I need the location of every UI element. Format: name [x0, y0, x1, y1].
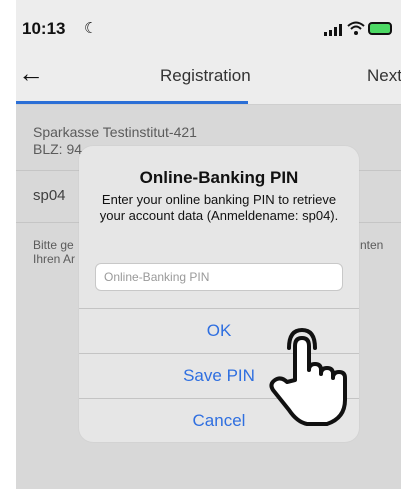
- next-button[interactable]: Next: [367, 66, 401, 86]
- nav-title: Registration: [160, 66, 251, 85]
- wifi-icon: [347, 21, 365, 35]
- pin-input[interactable]: [95, 263, 343, 291]
- signal-icon: [324, 24, 342, 36]
- hand-pointer-icon: [269, 327, 347, 426]
- back-arrow-icon[interactable]: ←: [18, 58, 44, 89]
- moon-icon: ☾: [84, 20, 98, 37]
- battery-icon: [368, 22, 392, 35]
- bottom-edge: [16, 489, 401, 494]
- dialog-title: Online-Banking PIN: [139, 168, 299, 187]
- left-margin: [0, 0, 16, 494]
- dialog-message: Enter your online banking PIN to retriev…: [99, 192, 339, 223]
- status-time: 10:13: [22, 19, 66, 38]
